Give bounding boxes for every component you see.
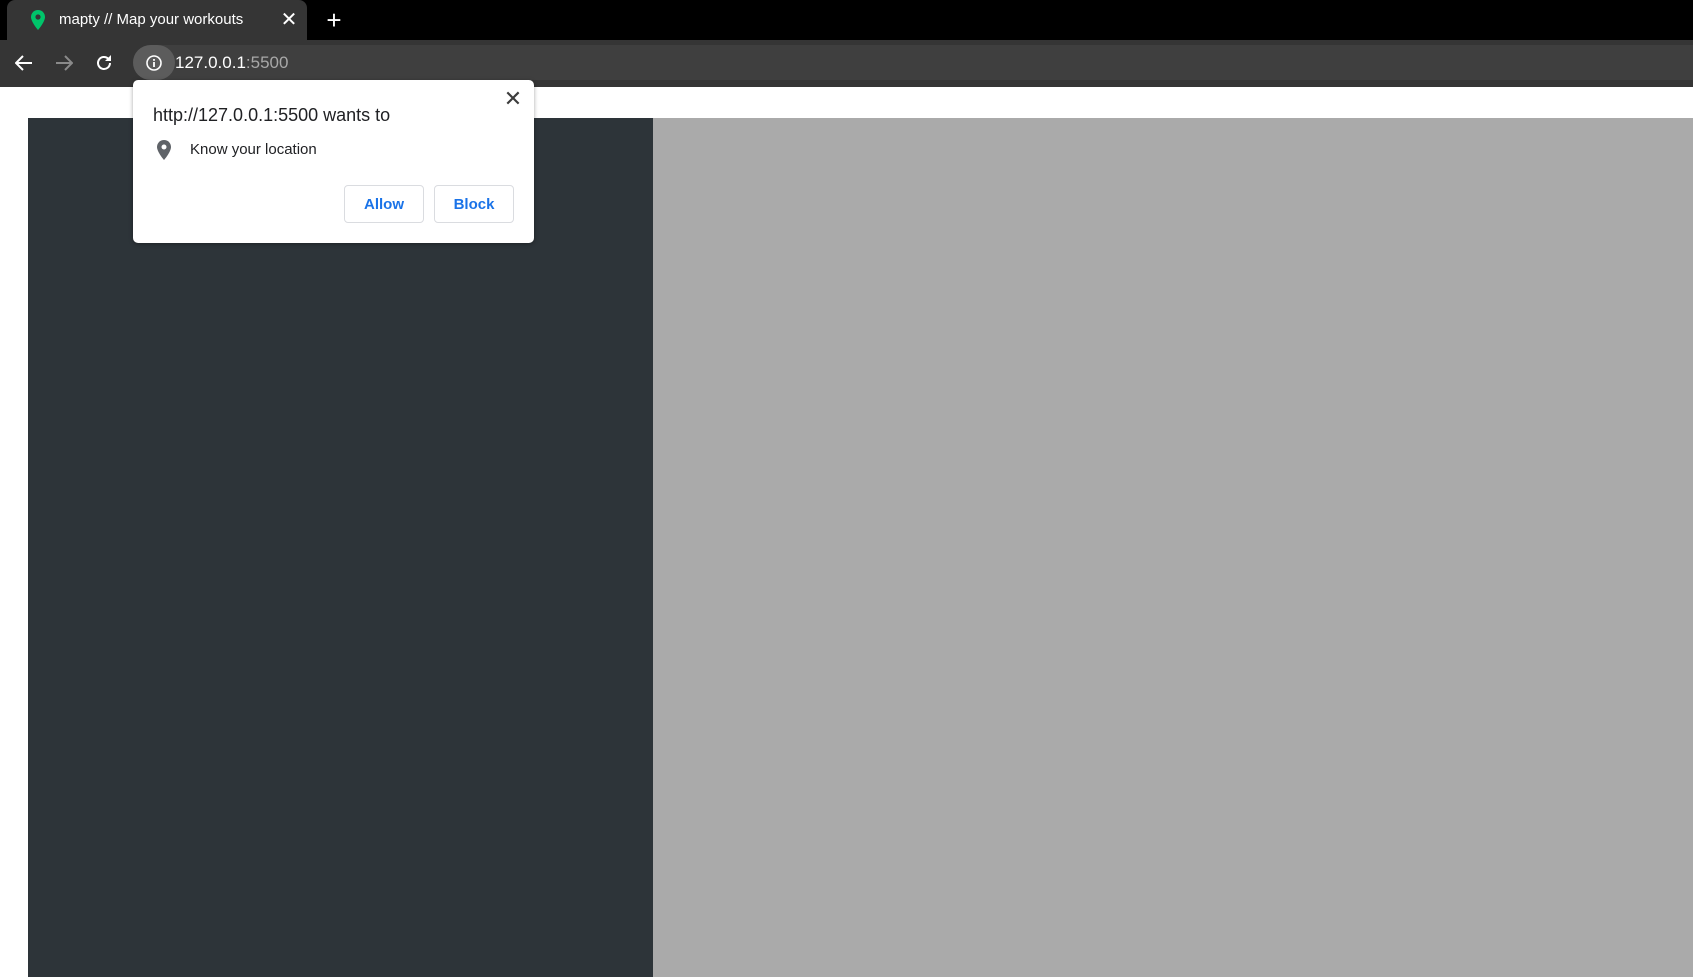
reload-button[interactable] bbox=[89, 48, 119, 78]
url-port: :5500 bbox=[245, 53, 289, 72]
sidebar bbox=[28, 118, 653, 977]
site-info-button[interactable] bbox=[133, 45, 175, 80]
reload-icon bbox=[97, 55, 111, 70]
forward-button[interactable] bbox=[49, 48, 79, 78]
tab-title: mapty // Map your workouts bbox=[59, 11, 244, 28]
address-bar[interactable]: 127.0.0.1:5500 bbox=[133, 45, 1693, 80]
tab-close-button[interactable]: ✕ bbox=[277, 8, 301, 32]
arrow-right-icon bbox=[56, 55, 73, 71]
back-button[interactable] bbox=[9, 48, 39, 78]
info-icon bbox=[146, 54, 162, 71]
block-button[interactable]: Block bbox=[434, 185, 514, 223]
location-pin-icon bbox=[157, 140, 171, 160]
tab-strip: mapty // Map your workouts ✕ + bbox=[0, 0, 1693, 40]
prompt-title: http://127.0.0.1:5500 wants to bbox=[153, 105, 391, 125]
url-host: 127.0.0.1 bbox=[175, 53, 246, 72]
map[interactable] bbox=[653, 118, 1693, 977]
new-tab-button[interactable]: + bbox=[320, 6, 348, 34]
location-permission-prompt: http://127.0.0.1:5500 wants to ✕ Know yo… bbox=[133, 80, 534, 243]
allow-button[interactable]: Allow bbox=[344, 185, 424, 223]
arrow-left-icon bbox=[15, 55, 32, 71]
map-pin-icon bbox=[31, 10, 45, 30]
prompt-close-button[interactable]: ✕ bbox=[501, 87, 525, 111]
url-text: 127.0.0.1:5500 bbox=[175, 53, 288, 73]
browser-tab[interactable]: mapty // Map your workouts ✕ bbox=[7, 0, 307, 40]
permission-label: Know your location bbox=[190, 141, 317, 158]
